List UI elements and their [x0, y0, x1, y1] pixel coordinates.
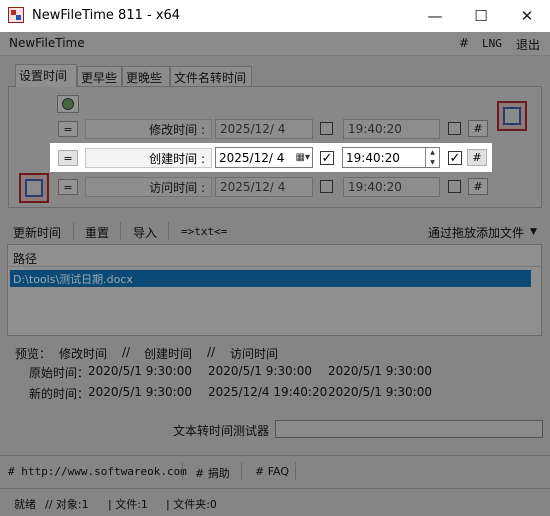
create-time-label: 创建时间 : [85, 148, 212, 168]
chevron-down-icon[interactable]: ▼ [530, 227, 537, 237]
footer-separator [295, 462, 296, 480]
tab-set-time[interactable]: 设置时间 [15, 64, 77, 87]
menu-exit[interactable]: 退出 [516, 36, 540, 53]
modify-time-value: 19:40:20 [348, 122, 402, 136]
create-date-checkbox[interactable]: ✓ [320, 151, 334, 166]
create-date-value: 2025/12/ 4 [219, 150, 285, 165]
footer-separator [241, 462, 242, 480]
modify-equal-button[interactable]: = [58, 121, 78, 137]
toolbar-separator [73, 222, 74, 240]
preview-separator: // [122, 345, 131, 359]
reset-button[interactable]: 重置 [85, 224, 109, 241]
create-time-spinner[interactable]: ▲ ▼ [425, 148, 439, 167]
maximize-button[interactable]: ☐ [458, 0, 504, 32]
export-txt-button[interactable]: =>txt<= [181, 225, 227, 238]
status-ready: 就绪 [14, 498, 36, 511]
tab-filename-to-time[interactable]: 文件名转时间 [170, 66, 252, 86]
access-time-input[interactable]: 19:40:20 [343, 177, 440, 197]
text-to-time-tester-label: 文本转时间测试器 [173, 424, 270, 438]
menu-app-name[interactable]: NewFileTime [9, 36, 85, 50]
access-date-checkbox[interactable] [320, 180, 333, 193]
original-create-value: 2020/5/1 9:30:00 [208, 364, 312, 378]
footer-separator [182, 462, 183, 480]
toolbar-separator [120, 222, 121, 240]
new-create-value: 2025/12/4 19:40:20 [208, 385, 328, 399]
modify-date-picker[interactable]: 2025/12/ 4 [215, 119, 313, 139]
donate-link[interactable]: # 捐助 [195, 465, 230, 481]
tab-earlier[interactable]: 更早些 [77, 66, 122, 86]
minimize-button[interactable]: — [412, 0, 458, 32]
tab-later[interactable]: 更晚些 [122, 66, 170, 86]
modify-time-checkbox[interactable] [448, 122, 461, 135]
create-time-value: 19:40:20 [346, 150, 400, 165]
toolbar-separator [168, 222, 169, 240]
status-folders: | 文件夹:0 [166, 498, 217, 511]
access-time-value: 19:40:20 [348, 180, 402, 194]
menu-hash[interactable]: # [459, 36, 469, 50]
original-modify-value: 2020/5/1 9:30:00 [88, 364, 192, 378]
new-access-value: 2020/5/1 9:30:00 [328, 385, 432, 399]
list-header [8, 245, 541, 267]
app-logo-icon [8, 7, 24, 23]
create-time-checkbox[interactable]: ✓ [448, 151, 462, 166]
update-time-button[interactable]: 更新时间 [13, 224, 61, 241]
calendar-dropdown-icon[interactable]: ▦▾ [296, 152, 310, 163]
menu-language[interactable]: LNG [482, 37, 502, 50]
modify-hash-button[interactable]: # [468, 120, 488, 137]
create-date-picker[interactable]: 2025/12/ 4 ▦▾ [215, 147, 313, 168]
preview-title: 预览： [15, 347, 52, 361]
new-time-label: 新的时间： [29, 387, 90, 401]
preview-col-access: 访问时间 [230, 347, 279, 361]
preview-separator: // [207, 345, 216, 359]
access-time-checkbox[interactable] [448, 180, 461, 193]
access-hash-button[interactable]: # [468, 178, 488, 195]
create-time-input[interactable]: 19:40:20 ▲ ▼ [342, 147, 440, 168]
divider [0, 455, 550, 456]
list-item[interactable]: D:\tools\测试日期.docx [10, 270, 531, 287]
modify-date-value: 2025/12/ 4 [220, 122, 286, 136]
access-date-picker[interactable]: 2025/12/ 4 [215, 177, 313, 197]
preview-col-create: 创建时间 [144, 347, 193, 361]
status-objects: // 对象:1 [45, 498, 89, 511]
faq-link[interactable]: # FAQ [255, 465, 289, 478]
app-icon-right [497, 101, 527, 131]
window-title: NewFileTime 811 - x64 [32, 8, 181, 23]
modify-time-input[interactable]: 19:40:20 [343, 119, 440, 139]
status-files: | 文件:1 [108, 498, 148, 511]
text-to-time-tester-input[interactable] [275, 420, 543, 438]
create-equal-button[interactable]: = [58, 150, 78, 166]
refresh-icon[interactable] [57, 95, 79, 113]
website-link[interactable]: # http://www.softwareok.com [8, 465, 187, 478]
create-hash-button[interactable]: # [467, 149, 487, 166]
access-equal-button[interactable]: = [58, 179, 78, 195]
add-by-drag-dropdown[interactable]: 通过拖放添加文件 [428, 224, 524, 241]
preview-col-modify: 修改时间 [59, 347, 108, 361]
path-column-header[interactable]: 路径 [13, 250, 37, 267]
close-button[interactable]: ✕ [504, 0, 550, 32]
divider [0, 488, 550, 489]
modify-date-checkbox[interactable] [320, 122, 333, 135]
import-button[interactable]: 导入 [133, 224, 157, 241]
new-modify-value: 2020/5/1 9:30:00 [88, 385, 192, 399]
modify-time-label: 修改时间 : [85, 119, 212, 139]
access-time-label: 访问时间 : [85, 177, 212, 197]
access-date-value: 2025/12/ 4 [220, 180, 286, 194]
original-time-label: 原始时间： [29, 366, 90, 380]
original-access-value: 2020/5/1 9:30:00 [328, 364, 432, 378]
app-icon-left [19, 173, 49, 203]
